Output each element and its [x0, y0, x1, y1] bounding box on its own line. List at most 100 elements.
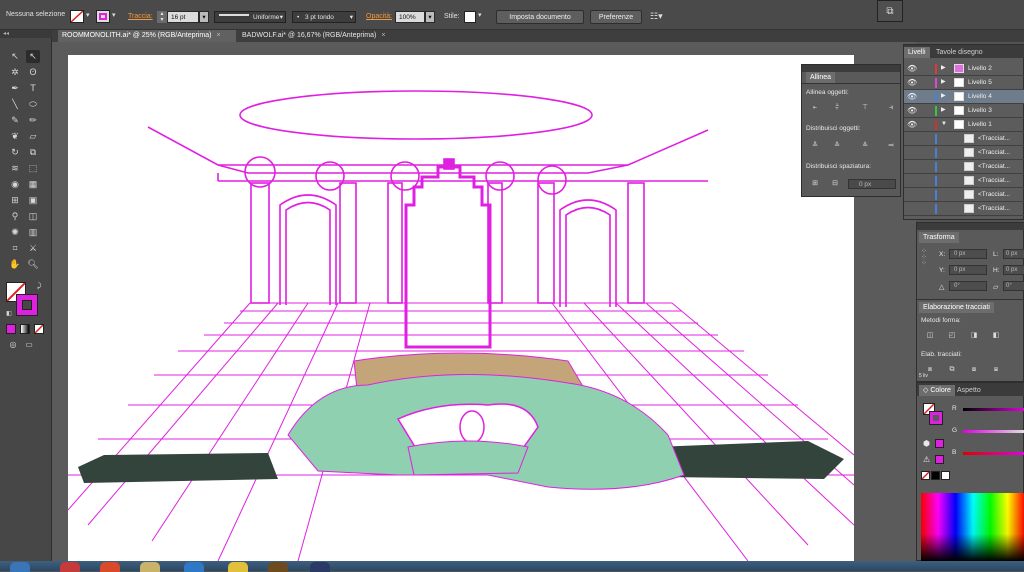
sublayer-row[interactable]: <Tracciat... [904, 146, 1024, 160]
h-input[interactable]: 0 px [1003, 265, 1024, 275]
eye-icon[interactable]: 👁︎ [907, 118, 917, 131]
collapse-arrow-icon[interactable]: ▼ [941, 118, 947, 131]
tab-appearance[interactable]: Aspetto [953, 385, 985, 396]
w-input[interactable]: 0 px [1003, 249, 1024, 259]
trim-icon[interactable]: ⧉ [947, 365, 957, 374]
profile-select[interactable]: Uniforme ▾ [214, 11, 286, 23]
minus-front-icon[interactable]: ◰ [947, 331, 957, 340]
tab-layers[interactable]: Livelli [904, 47, 930, 58]
magic-wand-tool-icon[interactable]: ✲ [8, 66, 22, 79]
black-swatch[interactable] [931, 471, 940, 480]
tab-badwolf[interactable]: BADWOLF.ai* @ 16,67% (RGB/Anteprima) × [238, 30, 408, 42]
eyedropper-tool-icon[interactable]: ⚲ [8, 210, 22, 223]
mesh-tool-icon[interactable]: ⊞ [8, 194, 22, 207]
tab-artboards[interactable]: Tavole disegno [932, 47, 987, 58]
sublayer-row[interactable]: <Tracciat... [904, 160, 1024, 174]
gradient-tool-icon[interactable]: ▣ [26, 194, 40, 207]
align-center-icon[interactable]: ⫩ [832, 103, 842, 112]
distribute-bottom-icon[interactable]: ≗ [860, 141, 870, 150]
warp-tool-icon[interactable]: ≋ [8, 162, 22, 175]
tab-color[interactable]: ◇ Colore [919, 385, 955, 396]
line-tool-icon[interactable]: ╲ [8, 98, 22, 111]
stroke-color-box[interactable] [16, 294, 38, 316]
align-right-icon[interactable]: ⫣ [886, 103, 896, 112]
opacity-label[interactable]: Opacità: [366, 11, 392, 23]
eye-icon[interactable]: 👁︎ [907, 90, 917, 103]
slice-tool-icon[interactable]: ⚔ [26, 242, 40, 255]
eye-icon[interactable]: 👁︎ [907, 104, 917, 117]
direct-selection-tool-icon[interactable]: ↖ [26, 50, 40, 63]
draw-mode-icon[interactable]: ◎ [6, 338, 20, 351]
distribute-top-icon[interactable]: ≚ [810, 141, 820, 150]
pen-tool-icon[interactable]: ✒ [8, 82, 22, 95]
fill-dropdown-icon[interactable]: ▾ [86, 10, 90, 22]
shape-builder-tool-icon[interactable]: ◉ [8, 178, 22, 191]
spacing-horizontal-icon[interactable]: ⊟ [830, 179, 840, 188]
expand-arrow-icon[interactable]: ▶ [941, 90, 946, 103]
selection-tool-icon[interactable]: ↖ [8, 50, 22, 63]
close-icon[interactable]: × [381, 32, 385, 39]
y-input[interactable]: 0 px [949, 265, 987, 275]
hand-tool-icon[interactable]: ✋ [8, 258, 22, 271]
type-tool-icon[interactable]: T [26, 82, 40, 95]
expand-arrow-icon[interactable]: ▶ [941, 104, 946, 117]
none-swatch[interactable] [921, 471, 930, 480]
symbol-sprayer-tool-icon[interactable]: ✺ [8, 226, 22, 239]
b-slider[interactable] [963, 452, 1024, 455]
merge-icon[interactable]: ⧇ [969, 365, 979, 374]
fill-swatch[interactable] [70, 10, 84, 23]
g-slider[interactable] [963, 430, 1024, 433]
none-mode-icon[interactable] [34, 324, 44, 334]
spacing-input[interactable]: 0 px [848, 179, 896, 189]
r-slider[interactable] [963, 408, 1024, 411]
stroke-dropdown-icon[interactable]: ▾ [112, 10, 116, 22]
column-graph-tool-icon[interactable]: ▥ [26, 226, 40, 239]
tab-roommonolith[interactable]: ROOMMONOLITH.ai* @ 25% (RGB/Anteprima) × [58, 30, 236, 42]
layer-row[interactable]: 👁︎ ▶ Livello 2 [904, 62, 1024, 76]
brush-select[interactable]: • 3 pt tondo ▾ [292, 11, 356, 23]
unite-icon[interactable]: ◫ [925, 331, 935, 340]
layer-row[interactable]: 👁︎ ▶ Livello 4 [904, 90, 1024, 104]
swap-colors-icon[interactable]: ⤸ [32, 280, 46, 293]
perspective-grid-tool-icon[interactable]: ▦ [26, 178, 40, 191]
pathfinder-tab[interactable]: Elaborazione tracciati [919, 302, 994, 313]
free-transform-tool-icon[interactable]: ⬚ [26, 162, 40, 175]
eraser-tool-icon[interactable]: ▱ [26, 130, 40, 143]
sublayer-row[interactable]: <Tracciat... [904, 188, 1024, 202]
align-left-icon[interactable]: ⫦ [810, 103, 820, 112]
opacity-dropdown-icon[interactable]: ▾ [425, 11, 435, 23]
expand-arrow-icon[interactable]: ▶ [941, 76, 946, 89]
layer-row[interactable]: 👁︎ ▼ Livello 1 [904, 118, 1024, 132]
style-dropdown-icon[interactable]: ▾ [478, 10, 482, 22]
intersect-icon[interactable]: ◨ [969, 331, 979, 340]
paintbrush-tool-icon[interactable]: ✎ [8, 114, 22, 127]
rotate-tool-icon[interactable]: ↻ [8, 146, 22, 159]
zoom-tool-icon[interactable]: 🔍︎ [26, 258, 40, 271]
web-safe-swatch[interactable] [935, 439, 944, 448]
style-swatch[interactable] [464, 11, 476, 23]
distribute-center-icon[interactable]: ≙ [832, 141, 842, 150]
layer-row[interactable]: 👁︎ ▶ Livello 3 [904, 104, 1024, 118]
arrange-documents-icon[interactable]: ☷▾ [650, 10, 663, 22]
exclude-icon[interactable]: ◧ [991, 331, 1001, 340]
stroke-weight-dropdown-icon[interactable]: ▾ [199, 11, 209, 23]
distribute-right-icon[interactable]: ⫤ [886, 141, 896, 150]
lasso-tool-icon[interactable]: ʘ [26, 66, 40, 79]
sublayer-row[interactable]: <Tracciat... [904, 132, 1024, 146]
color-stroke-box[interactable] [929, 411, 943, 425]
shear-input[interactable]: 0° [1003, 281, 1024, 291]
white-swatch[interactable] [941, 471, 950, 480]
layer-row[interactable]: 👁︎ ▶ Livello 5 [904, 76, 1024, 90]
artboard[interactable] [67, 55, 855, 562]
collapse-icon[interactable]: ◂◂ [0, 30, 52, 38]
sublayer-row[interactable]: <Tracciat... [904, 202, 1024, 216]
default-colors-icon[interactable]: ◧ [2, 308, 16, 321]
color-mode-icon[interactable] [6, 324, 16, 334]
x-input[interactable]: 0 px [949, 249, 987, 259]
blob-brush-tool-icon[interactable]: ❦ [8, 130, 22, 143]
document-setup-button[interactable]: Imposta documento [496, 10, 584, 24]
artboard-tool-icon[interactable]: ⌗ [8, 242, 22, 255]
expand-arrow-icon[interactable]: ▶ [941, 62, 946, 75]
align-top-icon[interactable]: ⊤ [860, 103, 870, 112]
pencil-tool-icon[interactable]: ✏ [26, 114, 40, 127]
